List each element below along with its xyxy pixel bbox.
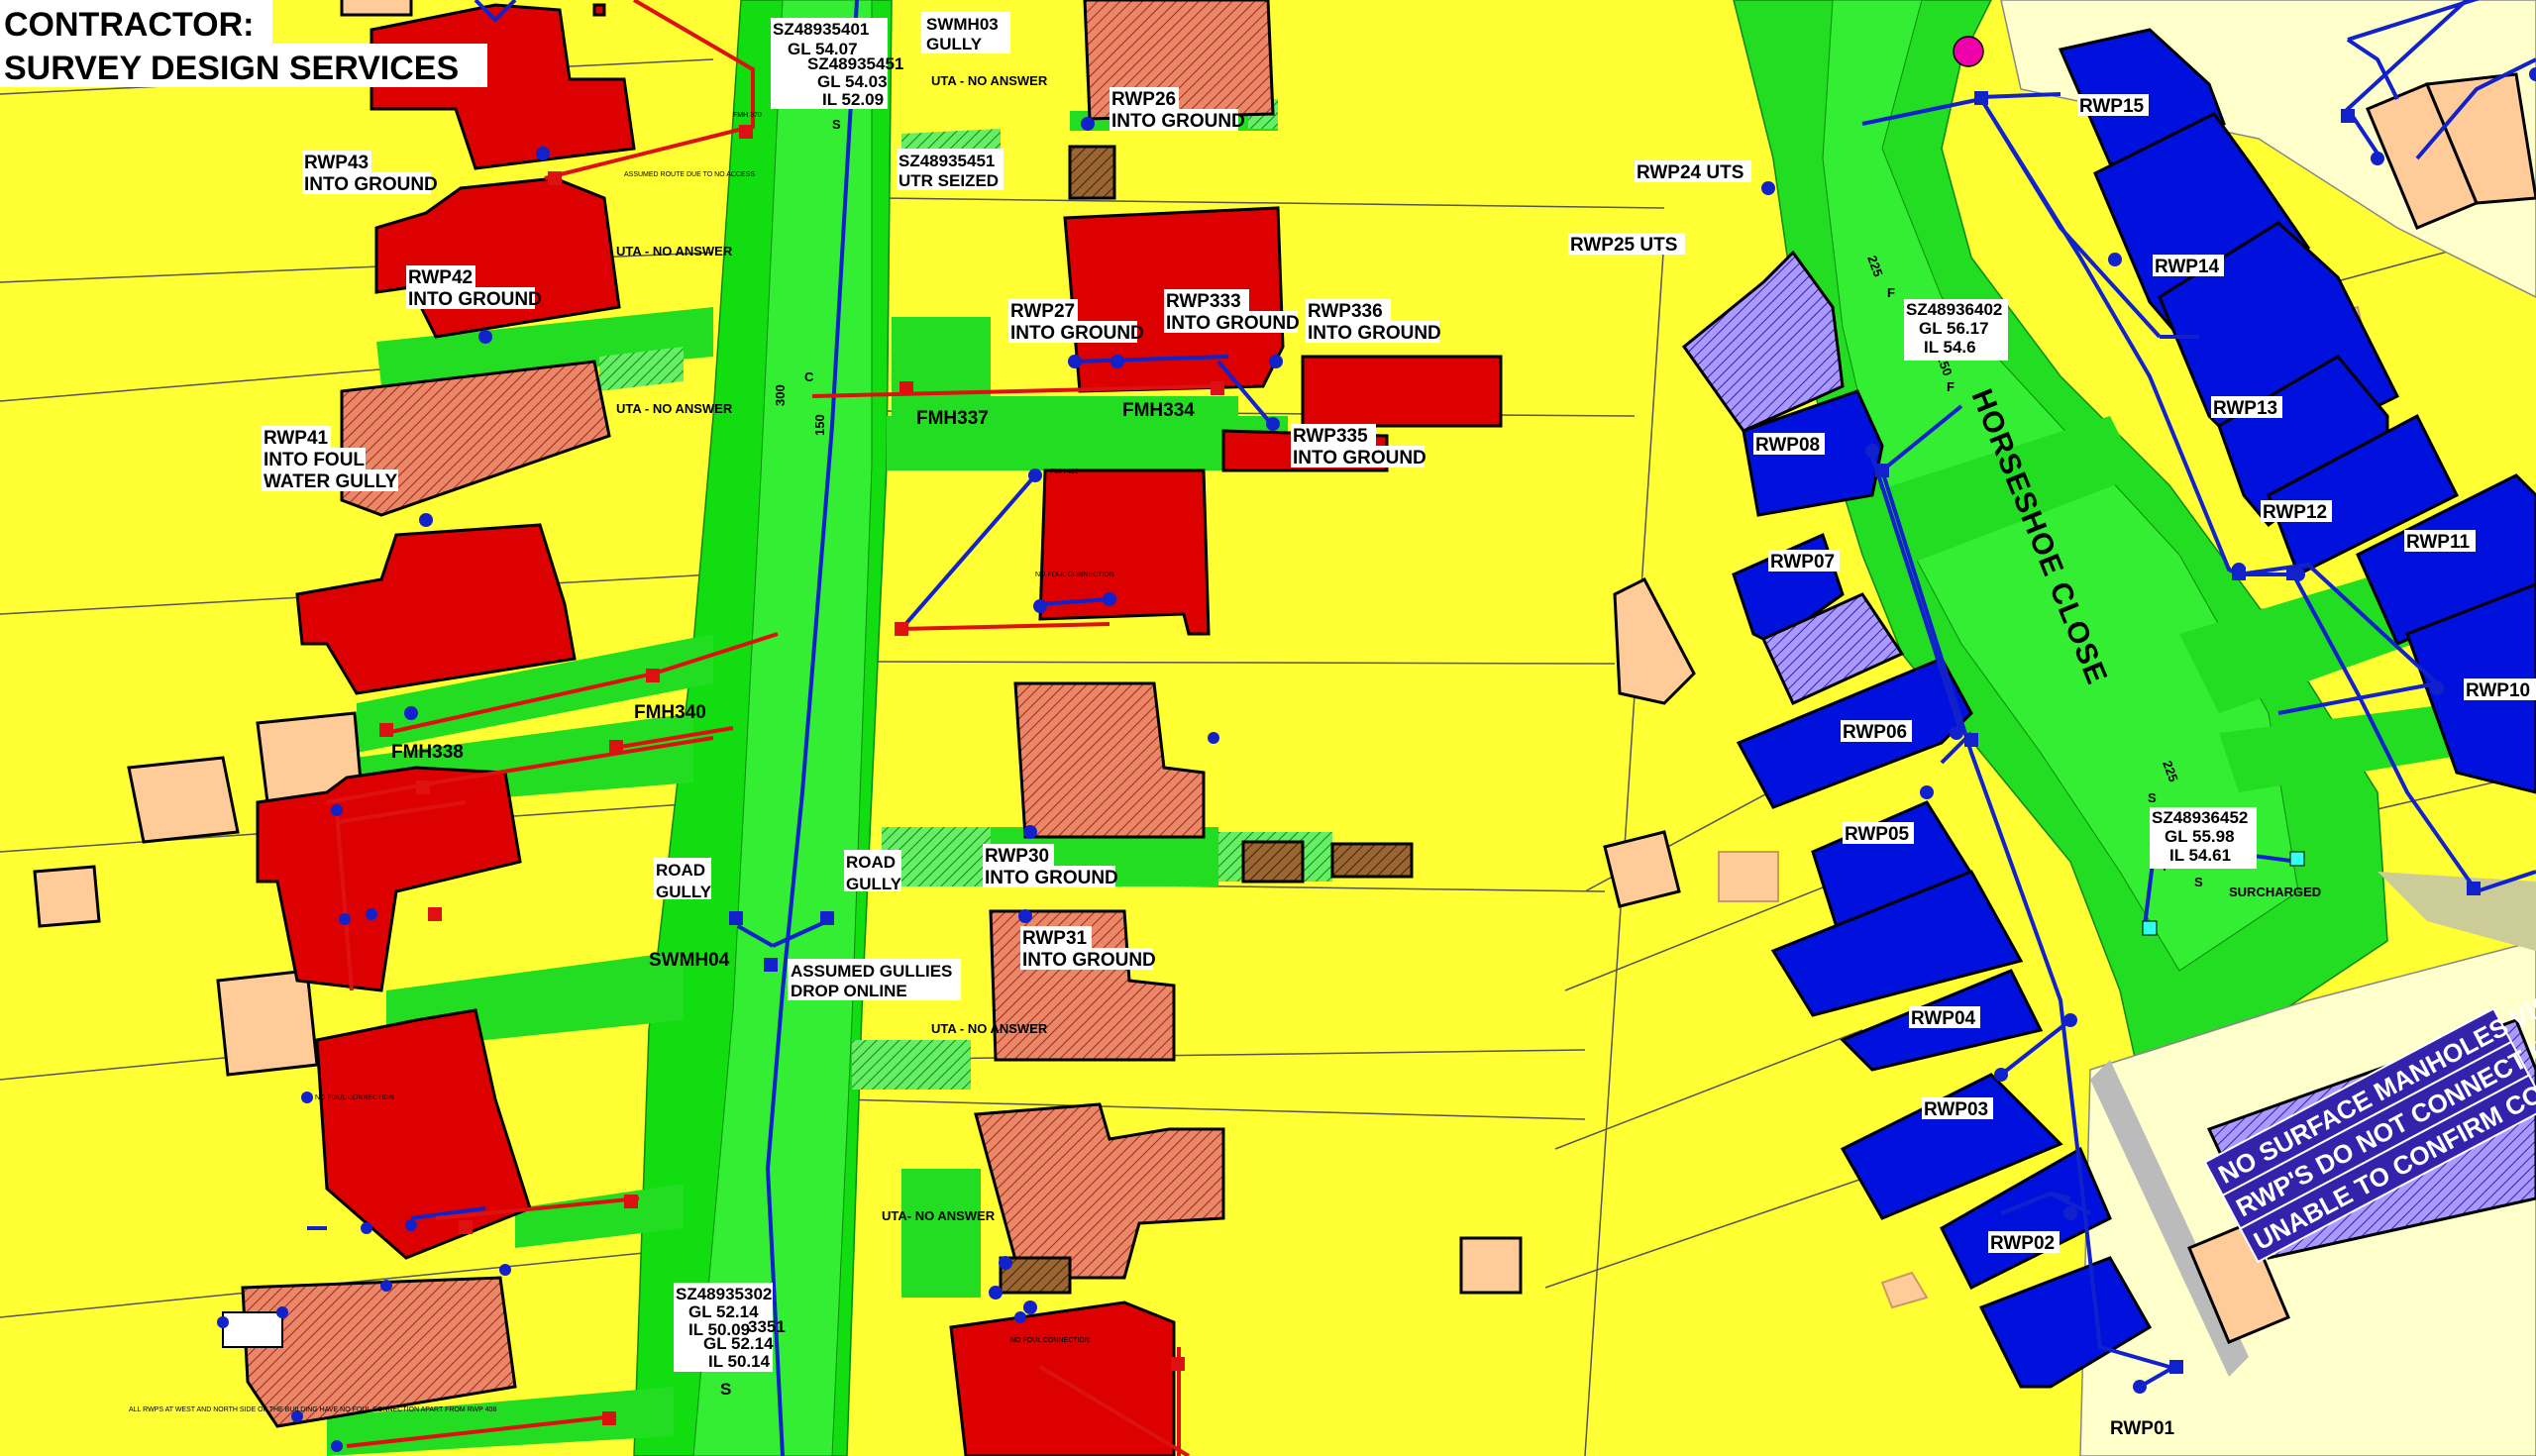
- map-label-rwp07: RWP07: [1770, 552, 1835, 572]
- survey-marker: [1953, 36, 1984, 67]
- map-label-s: S: [832, 117, 841, 132]
- drainage-survey-map: CONTRACTOR: SURVEY DESIGN SERVICES SZ489…: [0, 0, 2536, 1456]
- map-label-sz48935451b: SZ48935451: [898, 152, 995, 170]
- map-label-rwp41: RWP41: [264, 428, 329, 449]
- title-line2: SURVEY DESIGN SERVICES: [4, 50, 459, 87]
- map-label-gully-word: GULLY: [656, 883, 712, 901]
- map-label-rwp06: RWP06: [1843, 722, 1907, 743]
- map-label-uta-no-answer: UTA - NO ANSWER: [616, 401, 733, 416]
- map-label-fmh337: FMH337: [916, 408, 989, 429]
- green-strip-12: [901, 1169, 981, 1298]
- map-label-rwp08: RWP08: [1755, 435, 1820, 456]
- map-label-rwp27: RWP27: [1010, 301, 1075, 322]
- map-label-sz48935451a: SZ48935451: [807, 54, 903, 73]
- map-label-sz48935302: SZ48935302: [676, 1285, 772, 1303]
- title-line1: CONTRACTOR:: [4, 6, 254, 44]
- map-label-rwp02: RWP02: [1990, 1233, 2055, 1254]
- map-label-rwp43: RWP43: [304, 153, 369, 173]
- map-label-rwp14: RWP14: [2155, 257, 2220, 277]
- map-label-into-ground: INTO GROUND: [1010, 323, 1144, 344]
- map-label-s: S: [2148, 790, 2157, 805]
- map-label-uta-no-answer: UTA - NO ANSWER: [931, 73, 1048, 88]
- map-label-rwp30: RWP30: [985, 846, 1049, 867]
- map-label-surcharged: SURCHARGED: [2229, 884, 2321, 899]
- map-label-into-ground: INTO GROUND: [1293, 448, 1426, 468]
- map-label-rwp24: RWP24 UTS: [1637, 162, 1744, 183]
- map-label-rwp31: RWP31: [1022, 928, 1088, 949]
- map-label-rwp05: RWP05: [1845, 824, 1910, 845]
- map-label-no-foul: NO FOUL CONNECTION: [315, 1094, 394, 1101]
- map-label-water-gully: WATER GULLY: [264, 471, 397, 492]
- map-label-swmh03: SWMH03: [926, 15, 999, 34]
- map-label-fmh-small2: FMH 420: [1050, 468, 1079, 475]
- map-label-f: F: [1947, 379, 1955, 394]
- map-label-rwp333: RWP333: [1166, 291, 1241, 312]
- map-label-into-ground: INTO GROUND: [304, 174, 438, 195]
- map-label-pipe150a: 150: [812, 414, 827, 436]
- map-label-fmh340: FMH340: [634, 702, 706, 723]
- map-label-assumed-gullies: ASSUMED GULLIES: [791, 962, 952, 981]
- map-label-rwp335: RWP335: [1293, 426, 1368, 447]
- map-label-gully-word: GULLY: [846, 875, 902, 893]
- map-label-uta-no-answer2: UTA- NO ANSWER: [882, 1208, 996, 1223]
- map-label-gl5598: GL 55.98: [2165, 827, 2235, 846]
- map-label-s: S: [720, 1380, 731, 1399]
- map-label-gl5617: GL 56.17: [1919, 319, 1989, 338]
- map-label-gl5214b: GL 52.14: [703, 1334, 774, 1353]
- map-label-rwp12: RWP12: [2263, 502, 2327, 523]
- map-label-into-ground: INTO GROUND: [1022, 950, 1156, 971]
- map-label-drop-online: DROP ONLINE: [791, 982, 907, 1000]
- map-label-rwp04: RWP04: [1911, 1008, 1976, 1029]
- map-label-rwp336: RWP336: [1308, 301, 1383, 322]
- map-label-fmh334: FMH334: [1122, 400, 1195, 421]
- map-label-rwp25: RWP25 UTS: [1570, 235, 1677, 256]
- map-label-sz48936452: SZ48936452: [2152, 808, 2248, 827]
- map-label-il546: IL 54.6: [1924, 338, 1976, 357]
- map-label-rwp15: RWP15: [2079, 96, 2145, 117]
- map-label-fmh-small: FMH 370: [733, 112, 762, 119]
- map-label-f: F: [1887, 285, 1895, 300]
- map-label-c: C: [804, 369, 814, 384]
- map-label-gully: GULLY: [926, 35, 983, 53]
- map-label-no-foul: NO FOUL CONNECTION: [1035, 572, 1114, 578]
- map-label-no-foul: NO FOUL CONNECTION: [1010, 1337, 1090, 1344]
- map-label-il5461: IL 54.61: [2169, 846, 2231, 865]
- map-label-il5209: IL 52.09: [822, 90, 884, 109]
- map-label-into-ground: INTO GROUND: [1166, 313, 1300, 334]
- map-label-road-gully: ROAD: [846, 853, 896, 872]
- map-label-rwp10: RWP10: [2466, 680, 2530, 701]
- map-label-pipe300: 300: [773, 384, 788, 406]
- map-label-into-ground: INTO GROUND: [408, 289, 542, 310]
- map-label-rwp01: RWP01: [2110, 1418, 2175, 1439]
- map-label-into-ground: INTO GROUND: [985, 868, 1118, 888]
- map-label-rwp03: RWP03: [1924, 1099, 1988, 1120]
- map-label-sz48935401: SZ48935401: [773, 20, 869, 39]
- map-label-rwp42: RWP42: [408, 267, 473, 288]
- map-label-assumed-route: ASSUMED ROUTE DUE TO NO ACCESS: [624, 171, 755, 178]
- map-label-uta-no-answer: UTA - NO ANSWER: [931, 1021, 1048, 1036]
- white-box: [222, 1311, 283, 1348]
- map-label-fmh338: FMH338: [391, 742, 464, 763]
- map-label-sz48936402: SZ48936402: [1906, 300, 2002, 319]
- map-label-utr-seized: UTR SEIZED: [898, 171, 999, 190]
- map-label-into-ground: INTO GROUND: [1111, 111, 1245, 132]
- map-label-rwp26: RWP26: [1111, 89, 1176, 110]
- map-label-into-foul: INTO FOUL: [264, 450, 365, 470]
- map-label-rwp13: RWP13: [2213, 398, 2277, 419]
- map-label-into-ground: INTO GROUND: [1308, 323, 1441, 344]
- map-label-swmh04: SWMH04: [649, 950, 730, 971]
- map-label-uta-no-answer: UTA - NO ANSWER: [616, 244, 733, 259]
- map-label-il5014: IL 50.14: [708, 1352, 771, 1371]
- hatched-green-4: [852, 1040, 971, 1090]
- map-label-road-gully: ROAD: [656, 861, 705, 880]
- map-label-s: S: [2194, 875, 2203, 889]
- map-label-all-rwps-note: ALL RWPS AT WEST AND NORTH SIDE OF THE B…: [129, 1406, 496, 1413]
- map-label-gl5403: GL 54.03: [817, 72, 888, 91]
- map-label-rwp11: RWP11: [2406, 532, 2471, 553]
